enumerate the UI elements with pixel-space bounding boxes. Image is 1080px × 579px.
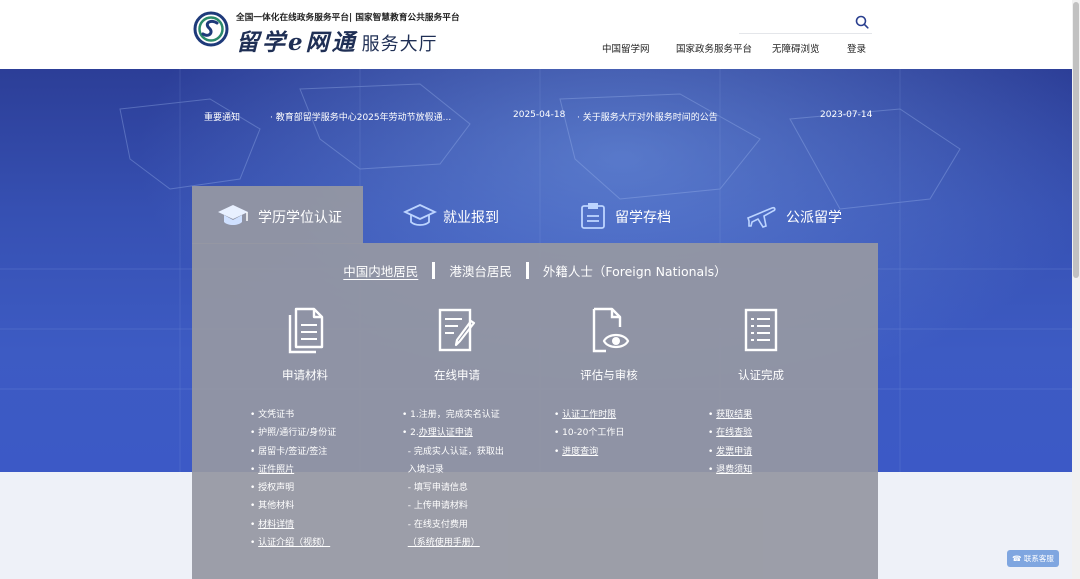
mortarboard-icon [403, 204, 437, 226]
list-item: - 完成实人认证，获取出 [402, 446, 504, 457]
step-application-materials: 申请材料 [235, 305, 375, 383]
nav-link-china-study[interactable]: 中国留学网 [602, 41, 650, 55]
step-label: 认证完成 [738, 368, 784, 382]
resident-type-tabs: 中国内地居民 港澳台居民 外籍人士（Foreign Nationals） [192, 261, 878, 281]
site-logo[interactable]: 全国一体化在线政务服务平台| 国家智慧教育公共服务平台 留学e网通 服务大厅 [193, 9, 493, 59]
subtab-divider [432, 262, 436, 279]
document-eye-icon [592, 307, 630, 353]
form-edit-icon [438, 308, 476, 352]
list-item-link[interactable]: • 退费须知 [708, 461, 848, 479]
list-item-link[interactable]: • 进度查询 [554, 443, 694, 461]
application-steps-list: • 1.注册，完成实名认证 • 2.办理认证申请 - 完成实人认证，获取出 入境… [402, 406, 542, 552]
scrollbar-thumb[interactable] [1073, 2, 1079, 278]
list-item-link[interactable]: • 认证介绍（视频） [250, 534, 390, 552]
service-tabs: 学历学位认证 就业报到 留学存档 公派留学 [192, 186, 878, 244]
step-evaluation-review: 评估与审核 [539, 305, 679, 383]
customer-service-label: 联系客服 [1023, 554, 1054, 563]
tab-overseas-archive[interactable]: 留学存档 [535, 186, 706, 244]
list-item: - 填写申请信息 [402, 483, 468, 494]
tab-label: 学历学位认证 [258, 210, 342, 226]
certification-panel: 中国内地居民 港澳台居民 外籍人士（Foreign Nationals） 申请材料 … [192, 243, 878, 579]
step-label: 申请材料 [282, 368, 328, 382]
step-label: 在线申请 [434, 368, 480, 382]
list-item: • 护照/通行证/身份证 [250, 428, 337, 439]
list-item: - 在线支付费用 [402, 519, 468, 530]
notice-date-2: 2023-07-14 [820, 110, 873, 120]
search-input[interactable] [739, 11, 853, 33]
completion-links-list: • 获取结果 • 在线查验 • 发票申请 • 退费须知 [708, 406, 848, 479]
notice-date-1: 2025-04-18 [513, 110, 566, 120]
nav-link-login[interactable]: 登录 [847, 41, 866, 55]
page-scrollbar[interactable] [1072, 0, 1080, 579]
tab-label: 公派留学 [786, 210, 842, 226]
tab-government-sponsored[interactable]: 公派留学 [706, 186, 877, 244]
list-item-link[interactable]: • 2.办理认证申请 [402, 424, 542, 442]
logo-platform-text: 全国一体化在线政务服务平台| 国家智慧教育公共服务平台 [236, 13, 460, 23]
search-box [739, 11, 872, 34]
list-item: • 授权声明 [250, 483, 295, 494]
list-item: • 文凭证书 [250, 410, 295, 420]
logo-emblem-icon [193, 11, 229, 47]
list-item: • 10-20个工作日 [554, 428, 625, 439]
headset-icon: ☎ [1012, 554, 1022, 563]
subtab-hk-macao-taiwan[interactable]: 港澳台居民 [449, 261, 512, 280]
customer-service-button[interactable]: ☎ 联系客服 [1007, 550, 1059, 567]
list-item-link[interactable]: • 材料详情 [250, 516, 390, 534]
list-item-link[interactable]: • 获取结果 [708, 406, 848, 424]
step-certification-complete: 认证完成 [691, 305, 831, 383]
list-item: • 居留卡/签证/签注 [250, 446, 328, 457]
review-info-list: • 认证工作时限 • 10-20个工作日 • 进度查询 [554, 406, 694, 461]
list-item: - 上传申请材料 [402, 501, 468, 512]
logo-subtitle: 服务大厅 [361, 34, 438, 55]
notice-label: 重要通知 [204, 113, 241, 123]
subtab-foreign-nationals[interactable]: 外籍人士（Foreign Nationals） [543, 261, 727, 280]
nav-link-gov-services[interactable]: 国家政务服务平台 [676, 41, 752, 55]
search-icon[interactable] [855, 15, 869, 29]
list-item: • 其他材料 [250, 501, 295, 512]
step-online-application: 在线申请 [387, 305, 527, 383]
subtab-mainland-residents[interactable]: 中国内地居民 [343, 261, 418, 280]
tab-label: 留学存档 [615, 210, 671, 226]
list-item-link[interactable]: • 发票申请 [708, 443, 848, 461]
list-item: 入境记录 [402, 464, 444, 475]
notice-title-1[interactable]: · 教育部留学服务中心2025年劳动节放假通... [270, 110, 451, 123]
subtab-divider [525, 262, 529, 279]
tab-employment-registration[interactable]: 就业报到 [363, 186, 534, 244]
logo-brand-text: 留学e网通 [236, 29, 358, 56]
step-label: 评估与审核 [580, 368, 638, 382]
notice-title-2[interactable]: · 关于服务大厅对外服务时间的公告 [577, 110, 718, 123]
archive-icon [581, 203, 605, 229]
nav-link-accessibility[interactable]: 无障碍浏览 [772, 41, 820, 55]
list-item-link[interactable]: • 在线查验 [708, 424, 848, 442]
airplane-icon [747, 207, 776, 228]
materials-list: • 文凭证书 • 护照/通行证/身份证 • 居留卡/签证/签注 • 证件照片 •… [250, 406, 390, 552]
documents-icon [288, 307, 324, 354]
tab-label: 就业报到 [443, 210, 499, 226]
graduation-cap-icon [218, 205, 248, 225]
list-item-link[interactable]: • 认证工作时限 [554, 406, 694, 424]
site-header: 全国一体化在线政务服务平台| 国家智慧教育公共服务平台 留学e网通 服务大厅 中国… [0, 0, 1072, 69]
tab-degree-certification[interactable]: 学历学位认证 [192, 186, 363, 244]
list-item-link[interactable]: （系统使用手册） [402, 534, 542, 552]
list-item-link[interactable]: • 证件照片 [250, 461, 390, 479]
list-item: • 1.注册，完成实名认证 [402, 410, 500, 420]
checklist-icon [744, 308, 778, 352]
